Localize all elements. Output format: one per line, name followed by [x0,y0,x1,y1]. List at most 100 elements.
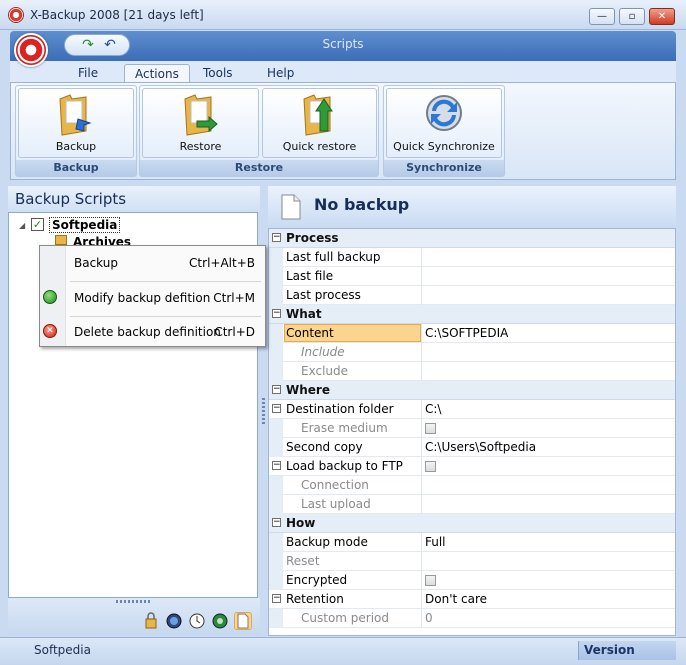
property-row[interactable]: − Load backup to FTP [269,457,675,476]
status-version-panel: Version [578,641,676,660]
ribbon: Backup Backup Restore Quick restore Rest… [10,82,676,180]
red-delete-icon: ✕ [43,324,57,338]
category-process[interactable]: − Process [269,229,675,248]
minimize-button[interactable]: — [589,8,615,25]
group-label-synchronize: Synchronize [384,160,504,176]
property-row[interactable]: Last process [269,286,675,305]
collapse-icon[interactable]: − [272,518,281,527]
property-row[interactable]: − Retention Don't care [269,590,675,609]
property-name: Exclude [301,364,349,378]
quick-synchronize-button[interactable]: Quick Synchronize [386,88,502,158]
property-row-content[interactable]: Content C:\SOFTPEDIA [269,324,675,343]
property-name: Custom period [301,611,390,625]
property-row[interactable]: − Destination folder C:\ [269,400,675,419]
redo-arrow-icon[interactable]: ↷ [79,37,97,53]
collapse-icon[interactable]: − [272,385,281,394]
checkbox-checked-icon[interactable]: ✓ [31,218,44,231]
ribbon-group-backup: Backup Backup [15,85,137,177]
lock-icon[interactable] [142,612,160,630]
tab-actions[interactable]: Actions [124,64,190,83]
splitter-grip[interactable] [262,398,265,424]
property-name: Encrypted [286,573,348,587]
collapse-icon[interactable]: − [272,404,281,413]
property-row[interactable]: Exclude [269,362,675,381]
version-label: Version [584,643,635,657]
network-icon[interactable] [211,612,229,630]
property-row[interactable]: Last file [269,267,675,286]
context-menu-item-delete[interactable]: ✕ Delete backup definition Ctrl+D [40,321,265,343]
context-menu-label: Delete backup definition [74,325,221,339]
property-row[interactable]: Custom period 0 [269,609,675,628]
quick-access-toolbar: ↷ ↶ [64,34,130,56]
property-name: Backup mode [286,535,368,549]
property-row[interactable]: Reset [269,552,675,571]
property-name: Reset [286,554,320,568]
property-row[interactable]: Erase medium [269,419,675,438]
property-name: Erase medium [301,421,388,435]
window-title: X-Backup 2008 [21 days left] [30,8,204,22]
collapse-icon[interactable]: − [272,594,281,603]
quick-restore-button[interactable]: Quick restore [262,88,377,158]
category-how[interactable]: − How [269,514,675,533]
folder-backup-icon [59,94,92,136]
clock-icon[interactable] [165,612,183,630]
property-row[interactable]: Last upload [269,495,675,514]
property-name: Second copy [286,440,363,454]
property-row[interactable]: Backup mode Full [269,533,675,552]
property-row[interactable]: Last full backup [269,248,675,267]
collapse-icon[interactable]: − [272,309,281,318]
context-menu-item-backup[interactable]: Backup Ctrl+Alt+B [40,252,265,274]
property-value[interactable]: C:\ [425,402,441,416]
property-value[interactable]: Full [425,535,446,549]
property-row[interactable]: Second copy C:\Users\Softpedia [269,438,675,457]
folder-quick-restore-icon [302,94,333,136]
tab-file[interactable]: File [68,64,108,83]
backup-scripts-title: Backup Scripts [15,190,127,208]
property-grid: − Process Last full backup Last file Las… [268,228,676,636]
context-menu-label: Backup [74,256,118,270]
collapse-icon[interactable]: − [272,233,281,242]
property-value[interactable]: C:\Users\Softpedia [425,440,536,454]
close-button[interactable]: ✕ [649,8,675,25]
backup-button[interactable]: Backup [18,88,134,158]
context-menu-separator [70,281,261,282]
undo-arrow-icon[interactable]: ↶ [101,37,119,53]
tree-node-softpedia[interactable]: Softpedia [49,217,121,233]
scheduler-icon[interactable] [188,612,206,630]
property-name: Connection [301,478,369,492]
restore-button[interactable]: Restore [142,88,259,158]
encrypted-checkbox[interactable] [425,575,436,586]
title-bar: X-Backup 2008 [21 days left] — ▫ ✕ [0,0,686,30]
maximize-button[interactable]: ▫ [619,8,645,25]
collapse-icon[interactable]: − [272,461,281,470]
context-menu-item-modify[interactable]: Modify backup defition Ctrl+M [40,287,265,309]
context-menu-shortcut: Ctrl+M [213,291,255,305]
property-name: Retention [286,592,344,606]
category-label: What [286,307,322,321]
tab-tools[interactable]: Tools [193,64,243,83]
property-row[interactable]: Connection [269,476,675,495]
property-value[interactable]: Don't care [425,592,487,606]
context-menu-separator [70,316,261,317]
document-icon[interactable] [234,612,252,630]
property-row[interactable]: Include [269,343,675,362]
ftp-checkbox[interactable] [425,461,436,472]
property-row[interactable]: Encrypted [269,571,675,590]
context-menu-label: Modify backup defition [74,291,211,305]
tree-expand-icon[interactable]: ◢ [19,221,25,230]
resize-grip[interactable] [116,600,152,603]
folder-icon [55,235,67,245]
green-check-icon [43,290,57,304]
property-value[interactable]: 0 [425,611,433,625]
tab-help[interactable]: Help [257,64,304,83]
property-value[interactable]: C:\SOFTPEDIA [425,326,508,340]
property-name: Load backup to FTP [286,459,403,473]
category-what[interactable]: − What [269,305,675,324]
property-name: Last upload [301,497,371,511]
property-name: Include [301,345,345,359]
application-orb-button[interactable] [14,33,48,67]
group-label-restore: Restore [140,160,378,176]
erase-medium-checkbox[interactable] [425,423,436,434]
category-where[interactable]: − Where [269,381,675,400]
context-menu-shortcut: Ctrl+Alt+B [189,256,255,270]
